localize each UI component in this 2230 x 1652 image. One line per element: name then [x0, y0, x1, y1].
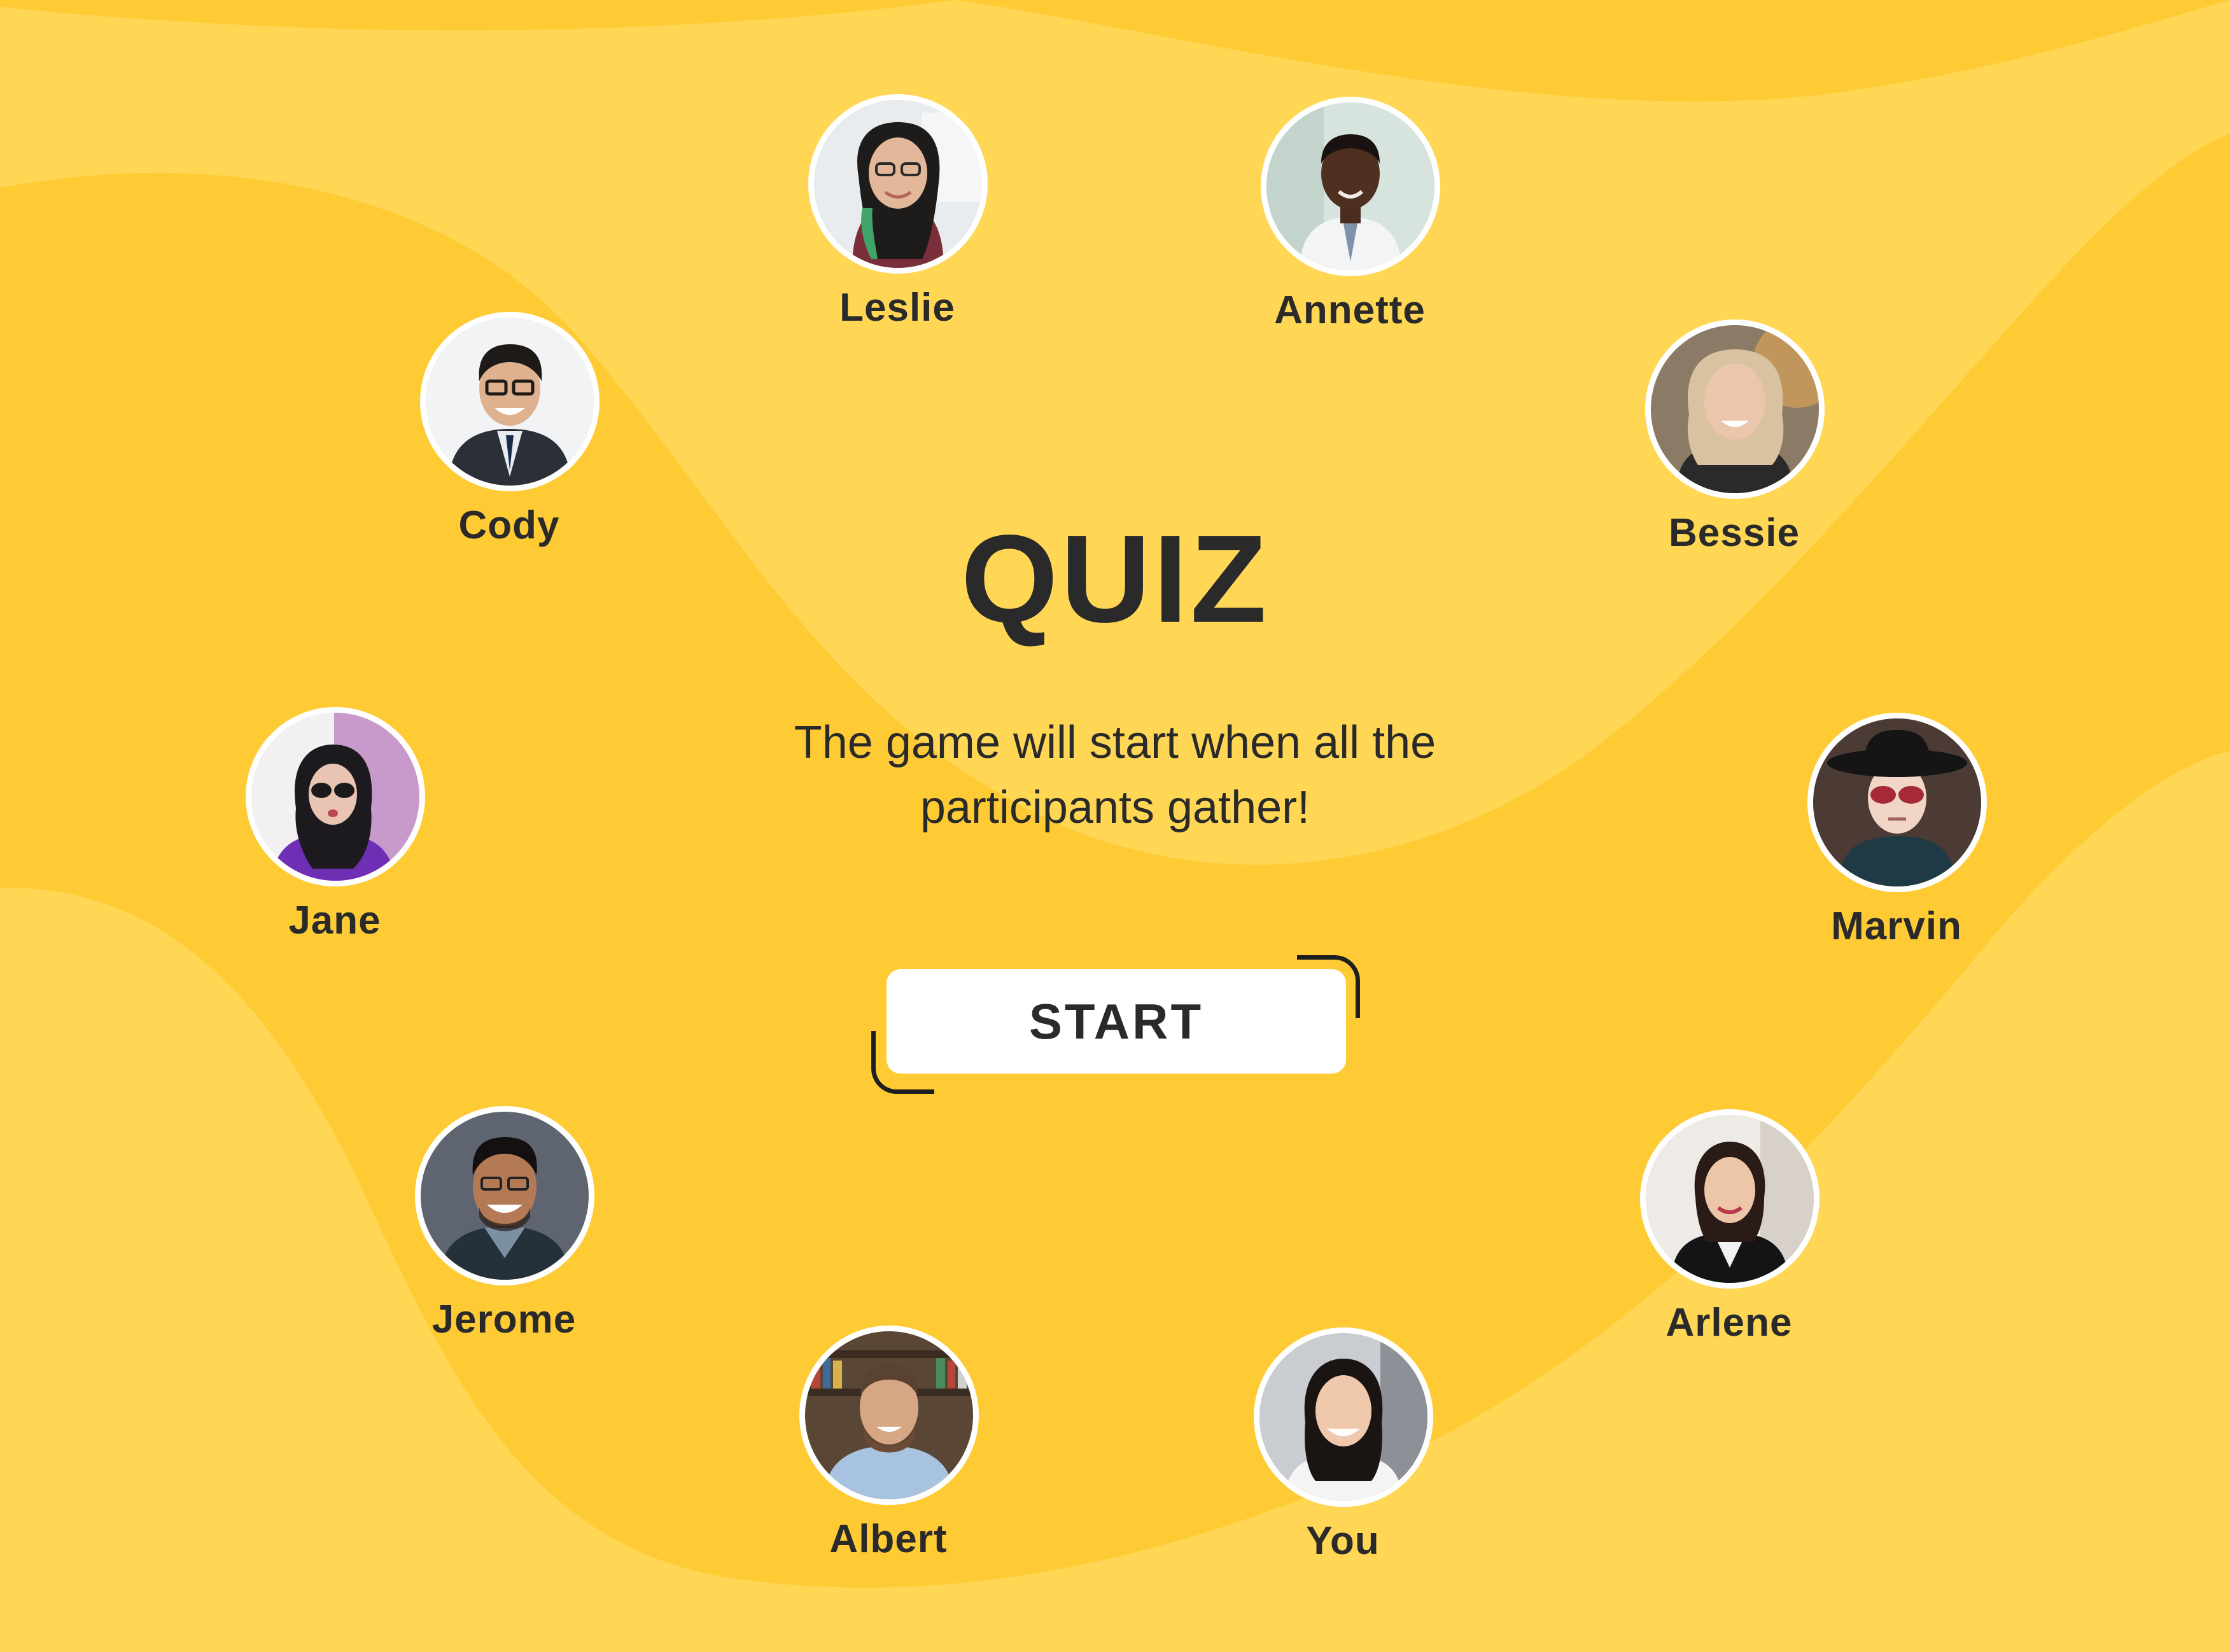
avatar — [808, 94, 988, 274]
avatar — [1261, 97, 1440, 276]
participant-cody: Cody — [375, 312, 643, 579]
avatar-photo-icon — [426, 318, 594, 486]
participant-arlene: Arlene — [1595, 1109, 1863, 1376]
avatar-photo-icon — [421, 1112, 589, 1280]
avatar — [420, 312, 600, 491]
page-title: QUIZ — [960, 509, 1270, 648]
waiting-message: The game will start when all the partici… — [695, 710, 1535, 840]
avatar — [1640, 1109, 1820, 1289]
waiting-message-line-1: The game will start when all the — [794, 717, 1436, 768]
participant-name: Jane — [288, 899, 381, 942]
participant-name: Leslie — [839, 286, 955, 330]
participant-name: Bessie — [1669, 511, 1800, 555]
participant-name: You — [1306, 1519, 1380, 1563]
participant-jerome: Jerome — [370, 1106, 638, 1373]
participant-name: Jerome — [431, 1298, 577, 1341]
participant-name: Arlene — [1665, 1301, 1793, 1345]
avatar — [799, 1326, 979, 1505]
participant-albert: Albert — [755, 1326, 1022, 1593]
avatar — [1645, 319, 1825, 499]
participant-name: Albert — [829, 1517, 948, 1561]
avatar-photo-icon — [1646, 1115, 1814, 1283]
start-button[interactable]: START — [887, 969, 1346, 1074]
avatar-photo-icon — [805, 1331, 973, 1499]
waiting-message-line-2: participants gather! — [920, 782, 1310, 833]
avatar — [1807, 713, 1987, 892]
avatar-photo-icon — [1266, 102, 1434, 270]
participant-name: Cody — [458, 503, 560, 547]
participant-annette: Annette — [1216, 97, 1483, 364]
avatar — [1254, 1327, 1433, 1507]
participant-leslie: Leslie — [764, 94, 1031, 361]
avatar — [246, 707, 425, 886]
participant-marvin: Marvin — [1763, 713, 2030, 980]
avatar-photo-icon — [814, 100, 982, 268]
avatar — [415, 1106, 594, 1285]
participant-name: Marvin — [1831, 904, 1962, 948]
avatar-photo-icon — [1259, 1333, 1427, 1501]
avatar-photo-icon — [1813, 718, 1981, 886]
participant-name: Annette — [1274, 288, 1426, 332]
avatar-photo-icon — [1651, 325, 1819, 493]
participant-jane: Jane — [201, 707, 468, 974]
avatar-photo-icon — [251, 713, 419, 881]
participant-bessie: Bessie — [1601, 319, 1868, 587]
participant-you: You — [1209, 1327, 1476, 1595]
start-button-group: START — [869, 951, 1365, 1098]
